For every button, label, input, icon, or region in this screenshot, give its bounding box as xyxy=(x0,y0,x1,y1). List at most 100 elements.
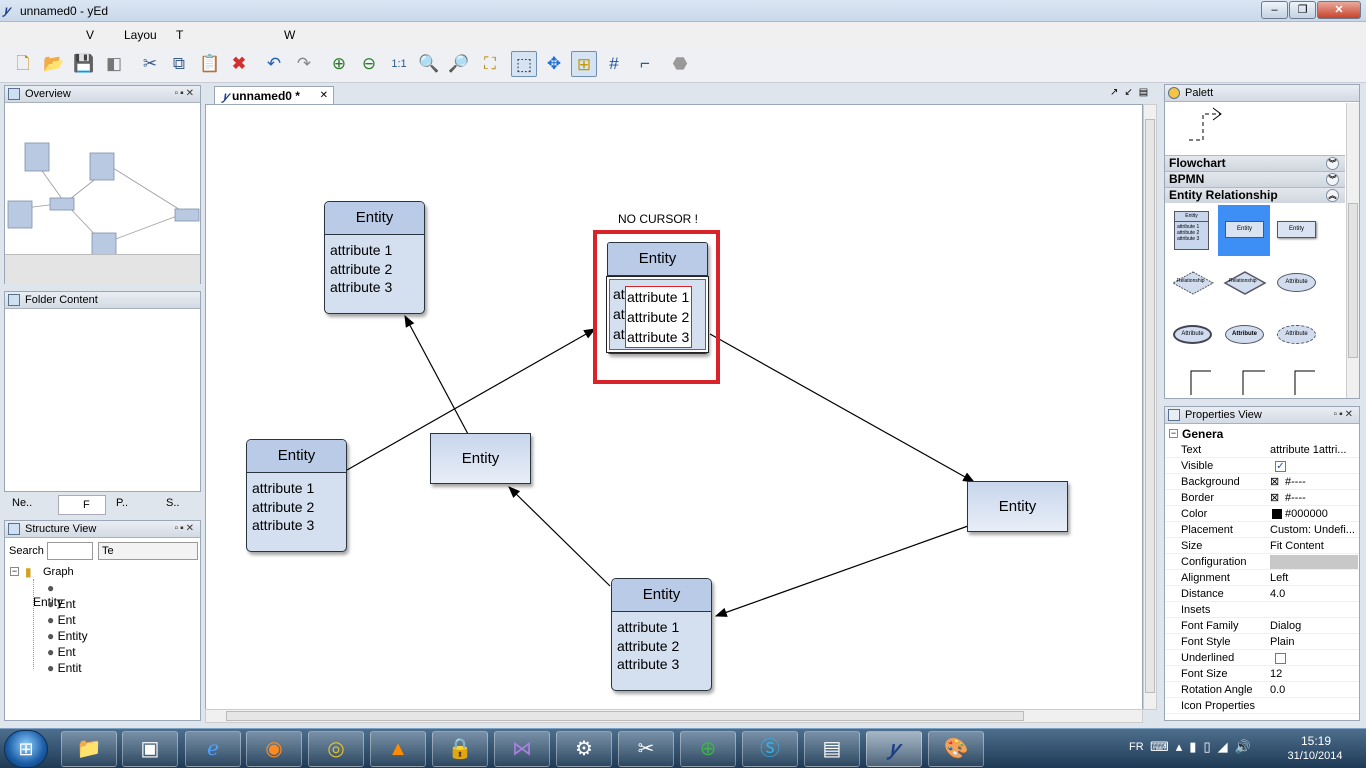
internet-explorer-taskbar-icon[interactable]: ℯ xyxy=(185,731,241,767)
installer-taskbar-icon[interactable]: ⚙ xyxy=(556,731,612,767)
close-tab-icon[interactable]: ✕ xyxy=(320,87,328,105)
palette-attribute-key[interactable]: Attribute xyxy=(1173,325,1212,344)
visual-studio-taskbar-icon[interactable]: ⋈ xyxy=(494,731,550,767)
property-row[interactable]: Icon Properties xyxy=(1165,698,1359,714)
search-input[interactable] xyxy=(47,542,93,560)
close-button[interactable]: ✕ xyxy=(1317,1,1361,19)
tree-root[interactable]: Graph xyxy=(43,566,74,578)
property-value[interactable]: 12 xyxy=(1270,666,1358,682)
expand-icon[interactable]: ︾ xyxy=(1326,157,1339,170)
panel-controls-icon[interactable]: ▫▪✕ xyxy=(175,521,196,537)
zoom-out-icon[interactable]: ⊖ xyxy=(356,51,382,77)
collapse-icon[interactable]: − xyxy=(10,567,19,576)
scroll-thumb[interactable] xyxy=(1145,119,1155,693)
palette-attribute-primary[interactable]: Attribute xyxy=(1225,325,1264,344)
graph-canvas[interactable]: Entity attribute 1 attribute 2 attribute… xyxy=(205,104,1143,710)
edge[interactable] xyxy=(404,314,469,435)
property-value[interactable]: #---- xyxy=(1285,490,1355,506)
property-row[interactable]: Color #000000 xyxy=(1165,506,1359,522)
property-value[interactable]: Dialog xyxy=(1270,618,1358,634)
orthogonal-edges-icon[interactable]: ⌐ xyxy=(632,51,658,77)
entity-node[interactable]: Entity attribute 1 attribute 2 attribute… xyxy=(324,201,425,314)
tab-unnamed0[interactable]: 𝑦 unnamed0 * ✕ xyxy=(214,86,334,105)
visible-checkbox[interactable]: ✓ xyxy=(1275,461,1286,472)
property-value[interactable]: #---- xyxy=(1285,474,1355,490)
entity-simple-node[interactable]: Entity xyxy=(430,433,531,484)
property-row[interactable]: Placement Custom: Undefi... xyxy=(1165,522,1359,538)
category-bpmn[interactable]: BPMN ︾ xyxy=(1165,171,1345,187)
property-value[interactable]: attribute 1attri... xyxy=(1270,442,1358,458)
panel-controls-icon[interactable]: ▫▪✕ xyxy=(175,86,196,102)
property-value[interactable]: 0.0 xyxy=(1270,682,1358,698)
tab-p[interactable]: P.. xyxy=(116,497,128,509)
clock-date[interactable]: 31/10/2014 xyxy=(1279,750,1351,762)
tab-s[interactable]: S.. xyxy=(166,497,179,509)
open-folder-icon[interactable]: 📂 xyxy=(41,51,67,77)
tree-item[interactable]: ● Ent xyxy=(33,645,133,659)
property-row[interactable]: Size Fit Content xyxy=(1165,538,1359,554)
palette-attribute-derived[interactable]: Attribute xyxy=(1277,325,1316,344)
property-row[interactable]: Configuration xyxy=(1165,554,1359,570)
entity-node[interactable]: Entity attribute 1 attribute 2 attribute… xyxy=(611,578,712,691)
redo-icon[interactable]: ↷ xyxy=(291,51,317,77)
property-row[interactable]: Distance 4.0 xyxy=(1165,586,1359,602)
vertical-scrollbar[interactable] xyxy=(1143,104,1157,710)
property-value[interactable]: #000000 xyxy=(1285,506,1355,522)
property-row[interactable]: Border ⊠ #---- xyxy=(1165,490,1359,506)
start-button[interactable]: ⊞ xyxy=(4,730,48,768)
vlc-taskbar-icon[interactable]: ▲ xyxy=(370,731,426,767)
editor-controls-icon[interactable]: ↗↙▤ xyxy=(1110,87,1154,98)
entity-simple-node[interactable]: Entity xyxy=(967,481,1068,532)
palette-entity[interactable]: Entity xyxy=(1225,221,1264,238)
entity-node[interactable]: Entity attribute 1 attribute 2 attribute… xyxy=(246,439,347,552)
cut-icon[interactable]: ✂ xyxy=(137,51,163,77)
tray-icons[interactable]: ⌨▴▮▯◢🔊 xyxy=(1150,739,1258,755)
tree-item[interactable]: ● Ent xyxy=(33,613,133,627)
edge[interactable] xyxy=(508,486,611,587)
zoom-area-icon[interactable]: 🔎 xyxy=(446,51,472,77)
label-text-editor[interactable]: attribute 1 attribute 2 attribute 3 xyxy=(625,286,692,348)
tab-ne[interactable]: Ne.. xyxy=(12,497,32,509)
keepass-taskbar-icon[interactable]: 🔒 xyxy=(432,731,488,767)
panel-controls-icon[interactable]: ▫▪✕ xyxy=(1334,407,1355,423)
expand-icon[interactable]: ︾ xyxy=(1326,173,1339,186)
tab-f[interactable]: F xyxy=(58,495,106,515)
copy-icon[interactable]: ⧉ xyxy=(166,51,192,77)
plugin-icon[interactable]: ⬣ xyxy=(667,51,693,77)
new-document-icon[interactable]: 🗋 xyxy=(10,51,36,77)
menu-layout[interactable]: Layou xyxy=(124,28,157,42)
horizontal-scrollbar[interactable] xyxy=(205,709,1143,723)
underlined-checkbox[interactable] xyxy=(1275,653,1286,664)
tree-item[interactable]: ● Ent xyxy=(33,597,133,611)
property-value[interactable]: Fit Content xyxy=(1270,538,1358,554)
property-row[interactable]: Alignment Left xyxy=(1165,570,1359,586)
console-taskbar-icon[interactable]: ▣ xyxy=(122,731,178,767)
palette-er-edges[interactable] xyxy=(1185,369,1335,395)
fit-content-icon[interactable]: ⛶ xyxy=(477,51,503,77)
edit-mode-icon[interactable]: ⬚ xyxy=(511,51,537,77)
palette-entity[interactable]: Entity xyxy=(1277,221,1316,238)
edge[interactable] xyxy=(709,333,976,483)
menu-tools[interactable]: T xyxy=(176,28,183,42)
clock-time[interactable]: 15:19 xyxy=(1293,734,1339,748)
collapse-icon[interactable]: ︽ xyxy=(1326,189,1339,202)
snapping-icon[interactable]: ⊞ xyxy=(571,51,597,77)
edge[interactable] xyxy=(714,525,969,617)
grid-icon[interactable]: # xyxy=(601,51,627,77)
delete-icon[interactable]: ✖ xyxy=(226,51,252,77)
minimize-button[interactable]: – xyxy=(1261,1,1288,19)
search-combo[interactable]: Te xyxy=(98,542,198,560)
undo-icon[interactable]: ↶ xyxy=(261,51,287,77)
tree-item[interactable]: ● Entity xyxy=(33,629,133,643)
paint-taskbar-icon[interactable]: 🎨 xyxy=(928,731,984,767)
property-value[interactable]: Custom: Undefi... xyxy=(1270,522,1358,538)
paste-icon[interactable]: 📋 xyxy=(197,51,223,77)
yed-taskbar-icon[interactable]: 𝑦 xyxy=(866,731,922,767)
firefox-taskbar-icon[interactable]: ◉ xyxy=(246,731,302,767)
property-row[interactable]: Font Family Dialog xyxy=(1165,618,1359,634)
category-flowchart[interactable]: Flowchart ︾ xyxy=(1165,155,1345,171)
property-row[interactable]: Text attribute 1attri... xyxy=(1165,442,1359,458)
property-row[interactable]: Font Style Plain xyxy=(1165,634,1359,650)
explorer-taskbar-icon[interactable]: 📁 xyxy=(61,731,117,767)
category-entity-relationship[interactable]: Entity Relationship ︽ xyxy=(1165,187,1345,203)
